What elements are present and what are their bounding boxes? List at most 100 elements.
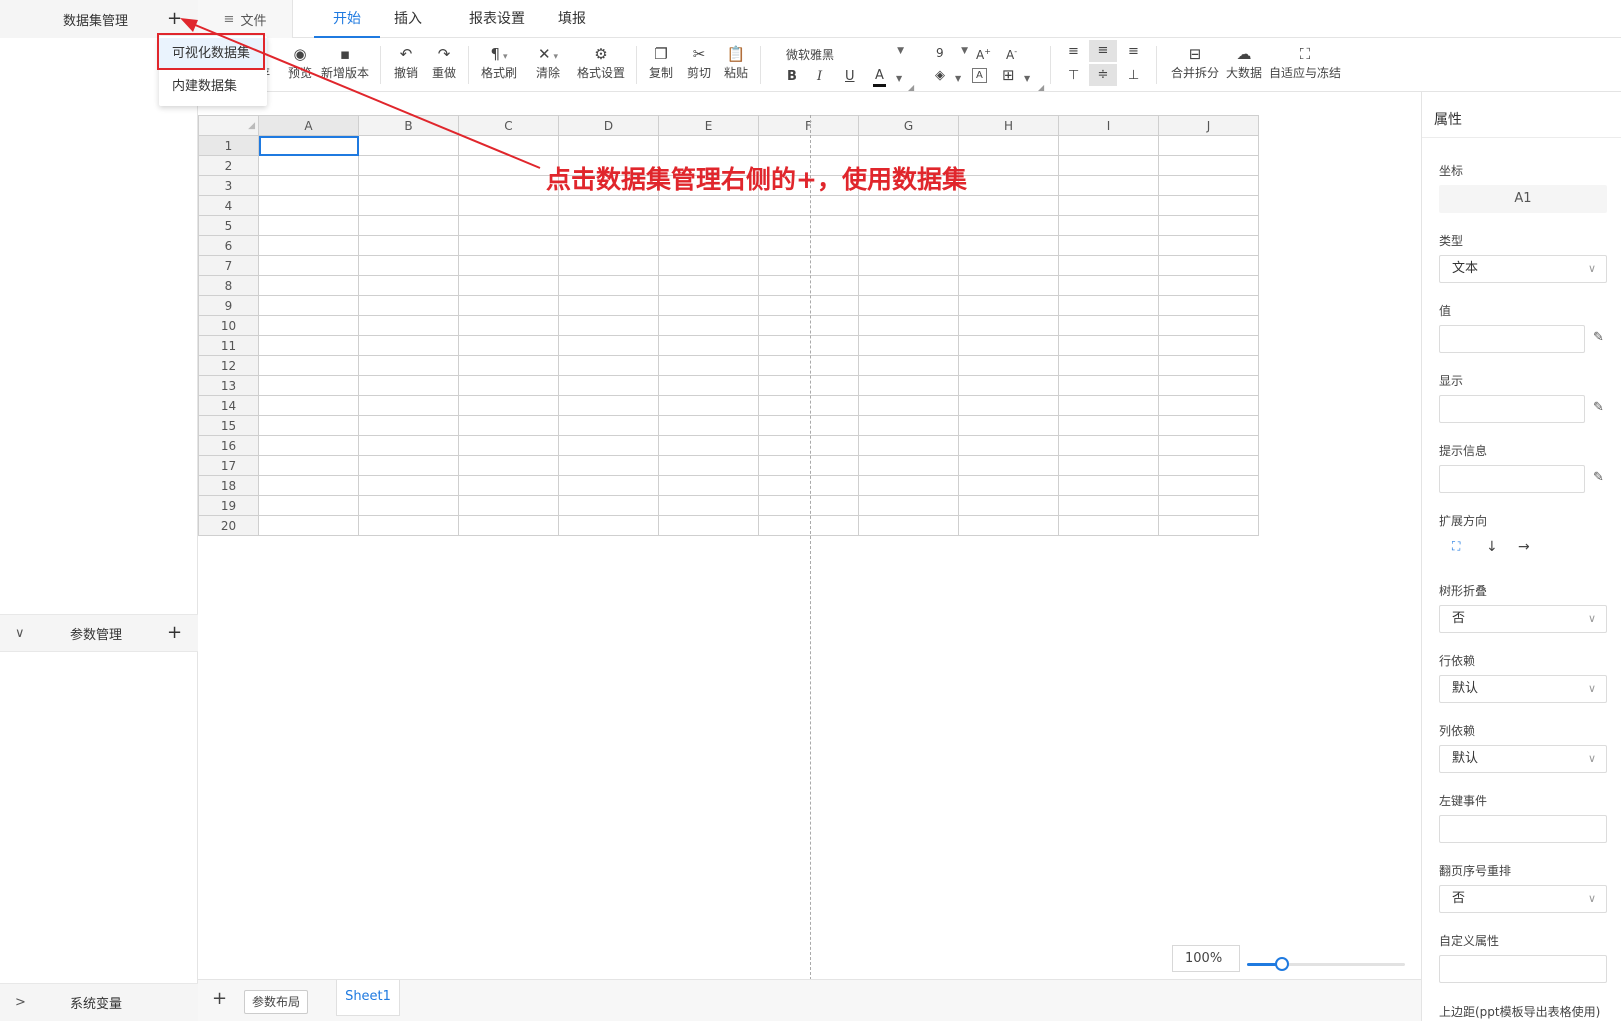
- cell-f4[interactable]: [758, 195, 859, 216]
- cell-a14[interactable]: [258, 395, 359, 416]
- edit-value-pencil-icon[interactable]: ✎: [1593, 330, 1604, 345]
- cell-h10[interactable]: [958, 315, 1059, 336]
- cell-g8[interactable]: [858, 275, 959, 296]
- cell-i10[interactable]: [1058, 315, 1159, 336]
- cell-d7[interactable]: [558, 255, 659, 276]
- cell-h18[interactable]: [958, 475, 1059, 496]
- cell-c1[interactable]: [458, 135, 559, 156]
- cell-d12[interactable]: [558, 355, 659, 376]
- cell-i5[interactable]: [1058, 215, 1159, 236]
- cell-g1[interactable]: [858, 135, 959, 156]
- cell-f16[interactable]: [758, 435, 859, 456]
- row-header[interactable]: 7: [198, 255, 259, 276]
- row-header[interactable]: 14: [198, 395, 259, 416]
- cell-j7[interactable]: [1158, 255, 1259, 276]
- cell-i15[interactable]: [1058, 415, 1159, 436]
- value-input[interactable]: [1439, 325, 1585, 353]
- cell-d11[interactable]: [558, 335, 659, 356]
- cell-i14[interactable]: [1058, 395, 1159, 416]
- column-header-j[interactable]: J: [1158, 115, 1259, 136]
- cell-d19[interactable]: [558, 495, 659, 516]
- cell-e13[interactable]: [658, 375, 759, 396]
- tab-fill-report[interactable]: 填报: [552, 0, 592, 38]
- cell-a5[interactable]: [258, 215, 359, 236]
- zoom-slider-knob[interactable]: [1274, 957, 1289, 971]
- cell-c4[interactable]: [458, 195, 559, 216]
- display-input[interactable]: [1439, 395, 1585, 423]
- zoom-input[interactable]: 100%: [1172, 945, 1240, 972]
- cell-h6[interactable]: [958, 235, 1059, 256]
- cell-i17[interactable]: [1058, 455, 1159, 476]
- cell-j3[interactable]: [1158, 175, 1259, 196]
- cell-d6[interactable]: [558, 235, 659, 256]
- caret-down-icon[interactable]: ▼: [955, 71, 961, 87]
- row-header[interactable]: 4: [198, 195, 259, 216]
- font-color-button[interactable]: A: [873, 68, 886, 87]
- cell-i20[interactable]: [1058, 515, 1159, 536]
- underline-button[interactable]: U: [845, 69, 855, 85]
- cell-f11[interactable]: [758, 335, 859, 356]
- cell-f14[interactable]: [758, 395, 859, 416]
- align-center-icon[interactable]: ≡: [1089, 40, 1117, 62]
- cell-d4[interactable]: [558, 195, 659, 216]
- add-dataset-plus-icon[interactable]: +: [167, 10, 182, 28]
- cell-c8[interactable]: [458, 275, 559, 296]
- menu-item-builtin-dataset[interactable]: 内建数据集: [159, 71, 267, 103]
- cell-e4[interactable]: [658, 195, 759, 216]
- row-header[interactable]: 9: [198, 295, 259, 316]
- decrease-font-icon[interactable]: A-: [1006, 44, 1017, 63]
- paste-button[interactable]: 📋 粘贴: [722, 44, 750, 82]
- row-header[interactable]: 19: [198, 495, 259, 516]
- column-header-d[interactable]: D: [558, 115, 659, 136]
- cell-g7[interactable]: [858, 255, 959, 276]
- cell-j5[interactable]: [1158, 215, 1259, 236]
- cell-a10[interactable]: [258, 315, 359, 336]
- cell-i18[interactable]: [1058, 475, 1159, 496]
- cell-g4[interactable]: [858, 195, 959, 216]
- parameter-management-header[interactable]: ∨ 参数管理 +: [0, 614, 198, 652]
- cell-d8[interactable]: [558, 275, 659, 296]
- cell-h3[interactable]: [958, 175, 1059, 196]
- cell-g15[interactable]: [858, 415, 959, 436]
- column-header-a[interactable]: A: [258, 115, 359, 136]
- row-header[interactable]: 18: [198, 475, 259, 496]
- cell-f8[interactable]: [758, 275, 859, 296]
- cell-c7[interactable]: [458, 255, 559, 276]
- cell-j1[interactable]: [1158, 135, 1259, 156]
- row-header[interactable]: 5: [198, 215, 259, 236]
- cut-button[interactable]: ✂ 剪切: [685, 44, 713, 82]
- format-painter-button[interactable]: ¶ ▾ 格式刷: [481, 44, 517, 82]
- cell-a16[interactable]: [258, 435, 359, 456]
- add-parameter-plus-icon[interactable]: +: [167, 624, 182, 642]
- cell-b4[interactable]: [358, 195, 459, 216]
- cell-f6[interactable]: [758, 235, 859, 256]
- cell-f7[interactable]: [758, 255, 859, 276]
- cell-c16[interactable]: [458, 435, 559, 456]
- align-bottom-icon[interactable]: ⊥: [1128, 68, 1139, 84]
- expand-down-arrow-icon[interactable]: ↓: [1486, 539, 1498, 555]
- cell-e1[interactable]: [658, 135, 759, 156]
- cell-a17[interactable]: [258, 455, 359, 476]
- align-left-icon[interactable]: ≡: [1068, 44, 1079, 60]
- big-data-button[interactable]: ☁ 大数据: [1225, 44, 1263, 82]
- cell-c19[interactable]: [458, 495, 559, 516]
- undo-button[interactable]: ↶ 撤销: [392, 44, 420, 82]
- bold-button[interactable]: B: [787, 69, 797, 85]
- cell-b14[interactable]: [358, 395, 459, 416]
- preview-button[interactable]: ◉ 预览: [285, 44, 315, 82]
- column-header-h[interactable]: H: [958, 115, 1059, 136]
- cell-g11[interactable]: [858, 335, 959, 356]
- column-header-b[interactable]: B: [358, 115, 459, 136]
- cell-j18[interactable]: [1158, 475, 1259, 496]
- add-sheet-plus-icon[interactable]: +: [212, 988, 227, 1009]
- cell-a4[interactable]: [258, 195, 359, 216]
- cell-e5[interactable]: [658, 215, 759, 236]
- cell-b10[interactable]: [358, 315, 459, 336]
- cell-c12[interactable]: [458, 355, 559, 376]
- cell-b7[interactable]: [358, 255, 459, 276]
- tab-report-settings[interactable]: 报表设置: [466, 0, 528, 38]
- format-settings-button[interactable]: ⚙ 格式设置: [576, 44, 626, 82]
- cell-b1[interactable]: [358, 135, 459, 156]
- row-header[interactable]: 3: [198, 175, 259, 196]
- cell-j14[interactable]: [1158, 395, 1259, 416]
